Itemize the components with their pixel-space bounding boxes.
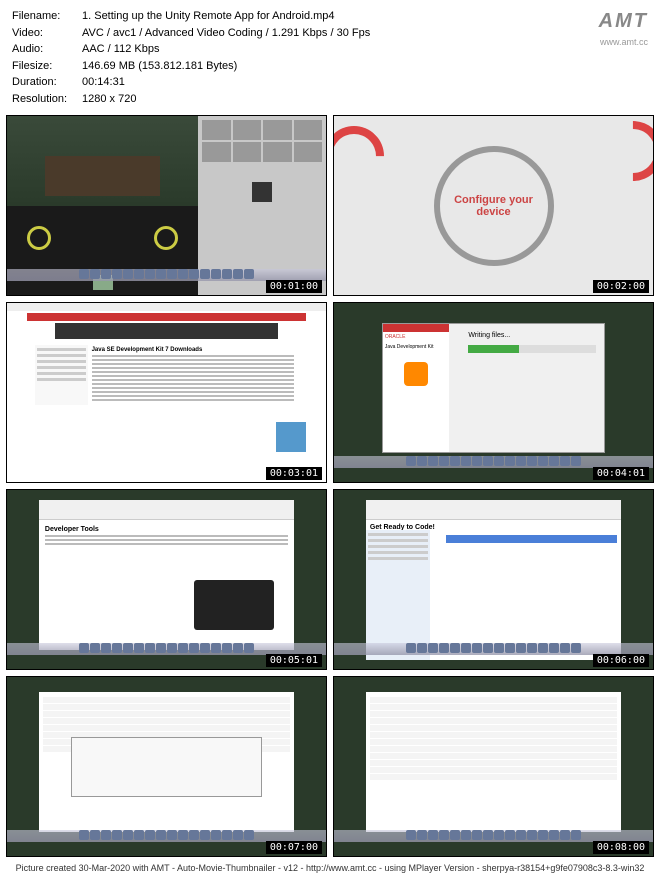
thumbnail-8: 00:08:00 [333,676,654,857]
audio-label: Audio: [12,41,82,58]
timestamp: 00:02:00 [593,280,649,293]
page-title: Java SE Development Kit 7 Downloads [92,347,294,353]
configure-text: Configure your device [440,194,548,218]
duration-label: Duration: [12,74,82,91]
footer-text: Picture created 30-Mar-2020 with AMT - A… [0,857,660,877]
thumbnail-3: Java SE Development Kit 7 Downloads 00:0… [6,302,327,483]
video-label: Video: [12,25,82,42]
java-icon [404,362,428,386]
timestamp: 00:03:01 [266,467,322,480]
java-logo-icon [276,422,306,452]
filesize-label: Filesize: [12,58,82,75]
amt-logo: AMT www.amt.cc [599,6,648,50]
unity-logo-icon [252,182,272,202]
timestamp: 00:04:01 [593,467,649,480]
timestamp: 00:06:00 [593,654,649,667]
timestamp: 00:07:00 [266,841,322,854]
logo-text: AMT [599,6,648,36]
timestamp: 00:01:00 [266,280,322,293]
audio-value: AAC / 112 Kbps [82,41,159,58]
timestamp: 00:08:00 [593,841,649,854]
tablet-image [194,580,274,630]
thumbnail-grid: 00:01:00 Configure your device 00:02:00 … [0,115,660,857]
thumbnail-2: Configure your device 00:02:00 [333,115,654,296]
thumbnail-4: ORACLE Java Development Kit Writing file… [333,302,654,483]
filesize-value: 146.69 MB (153.812.181 Bytes) [82,58,237,75]
install-status: Writing files... [468,332,596,339]
timestamp: 00:05:01 [266,654,322,667]
thumbnail-6: Get Ready to Code! 00:06:00 [333,489,654,670]
page-title: Developer Tools [45,526,288,533]
video-value: AVC / avc1 / Advanced Video Coding / 1.2… [82,25,370,42]
thumbnail-7: 00:07:00 [6,676,327,857]
logo-url: www.amt.cc [599,36,648,50]
thumbnail-1: 00:01:00 [6,115,327,296]
metadata-header: Filename: 1. Setting up the Unity Remote… [0,0,660,115]
resolution-label: Resolution: [12,91,82,108]
filename-label: Filename: [12,8,82,25]
resolution-value: 1280 x 720 [82,91,136,108]
duration-value: 00:14:31 [82,74,125,91]
thumbnail-5: Developer Tools 00:05:01 [6,489,327,670]
filename-value: 1. Setting up the Unity Remote App for A… [82,8,335,25]
dialog-title: Java Development Kit [383,342,449,352]
